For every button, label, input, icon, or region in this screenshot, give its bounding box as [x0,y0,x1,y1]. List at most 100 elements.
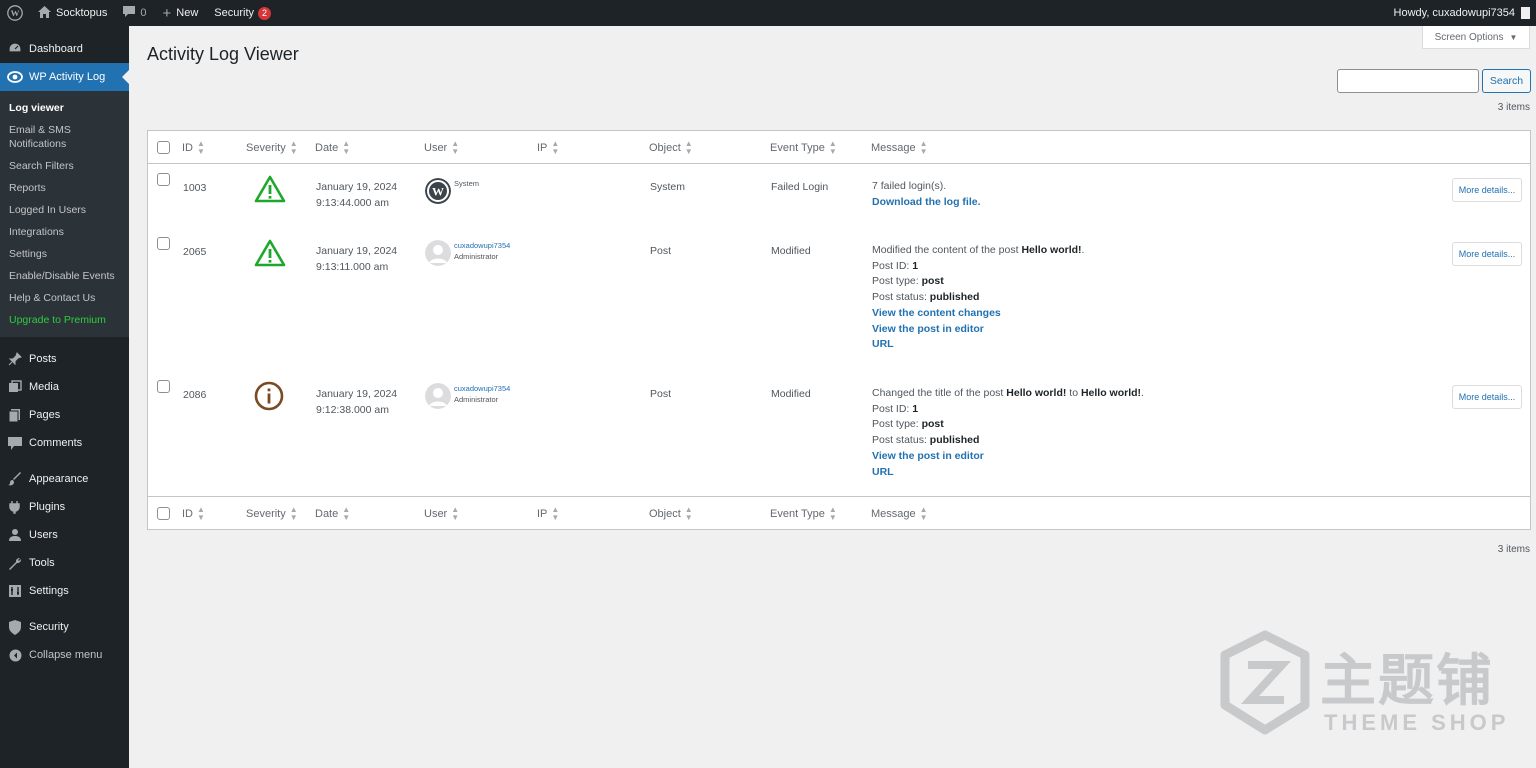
security-badge: 2 [258,6,272,20]
submenu-logged-in-users[interactable]: Logged In Users [0,199,129,221]
sort-icon: ▲ ▼ [451,505,460,522]
column-header-id[interactable]: ID ▲ ▼ [182,140,205,156]
submenu-search-filters[interactable]: Search Filters [0,155,129,177]
search-button[interactable]: Search [1482,69,1531,93]
menu-wp-activity-log[interactable]: WP Activity Log [0,63,129,91]
user-name-link[interactable]: cuxadowupi7354 [454,240,510,251]
column-label: Date [315,508,339,520]
search-input[interactable] [1337,69,1479,93]
submenu-upgrade-premium[interactable]: Upgrade to Premium [0,309,129,331]
message-line: Post status: published [872,433,1144,449]
column-header-date[interactable]: Date ▲ ▼ [315,140,350,156]
view-content-changes-link[interactable]: View the content changes [872,306,1084,322]
select-all-checkbox[interactable] [157,141,170,154]
new-label: New [176,7,199,19]
message-label: Post type: [872,275,922,288]
column-label: ID [182,142,193,154]
new-content-link[interactable]: + New [155,0,207,26]
message-text: . [1141,387,1144,399]
download-log-link[interactable]: Download the log file. [872,195,981,211]
site-name-link[interactable]: Socktopus [30,0,115,26]
select-all-checkbox[interactable] [157,507,170,520]
menu-label: Media [29,381,59,393]
url-link[interactable]: URL [872,337,1084,353]
menu-plugins[interactable]: Plugins [0,493,129,521]
more-details-button[interactable]: More details... [1452,385,1522,409]
message-label: Post status: [872,434,930,447]
media-icon [7,379,23,395]
event-id: 2086 [183,389,207,401]
column-label: Object [649,508,681,520]
event-object: System [650,181,686,193]
paintbrush-icon [7,471,23,487]
event-date-day: January 19, 2024 [316,181,398,193]
comments-link[interactable]: 0 [115,0,154,26]
wordpress-logo-icon[interactable]: W [0,0,30,26]
submenu-settings[interactable]: Settings [0,243,129,265]
view-post-in-editor-link[interactable]: View the post in editor [872,322,1084,338]
user-icon [7,527,23,543]
column-header-event-type[interactable]: Event Type ▲ ▼ [770,506,837,522]
security-link[interactable]: Security 2 [206,0,279,26]
url-link[interactable]: URL [872,465,1144,481]
column-header-object[interactable]: Object ▲ ▼ [649,506,693,522]
column-header-ip[interactable]: IP ▲ ▼ [537,506,559,522]
menu-comments[interactable]: Comments [0,429,129,457]
sort-icon: ▲ ▼ [919,139,928,156]
menu-users[interactable]: Users [0,521,129,549]
column-header-severity[interactable]: Severity ▲ ▼ [246,506,298,522]
column-header-user[interactable]: User ▲ ▼ [424,506,459,522]
eye-icon [7,69,23,85]
screen-options-label: Screen Options [1434,31,1504,43]
comment-icon [7,435,23,451]
info-icon [254,381,286,411]
column-header-ip[interactable]: IP ▲ ▼ [537,140,559,156]
more-details-button[interactable]: More details... [1452,178,1522,202]
column-header-message[interactable]: Message ▲ ▼ [871,506,928,522]
submenu-log-viewer[interactable]: Log viewer [0,97,129,119]
column-header-object[interactable]: Object ▲ ▼ [649,140,693,156]
column-header-id[interactable]: ID ▲ ▼ [182,506,205,522]
submenu-enable-disable-events[interactable]: Enable/Disable Events [0,265,129,287]
menu-settings[interactable]: Settings [0,577,129,605]
watermark-cn: 主题铺 [1320,649,1494,714]
submenu-help-contact[interactable]: Help & Contact Us [0,287,129,309]
event-id: 2065 [183,246,207,258]
items-count-bottom: 3 items [1497,544,1530,555]
new-post-title: Hello world! [1080,387,1142,399]
view-post-in-editor-link[interactable]: View the post in editor [872,449,1144,465]
column-header-severity[interactable]: Severity ▲ ▼ [246,140,298,156]
column-label: ID [182,508,193,520]
column-header-event-type[interactable]: Event Type ▲ ▼ [770,140,837,156]
submenu-integrations[interactable]: Integrations [0,221,129,243]
submenu-reports[interactable]: Reports [0,177,129,199]
menu-tools[interactable]: Tools [0,549,129,577]
column-header-date[interactable]: Date ▲ ▼ [315,506,350,522]
event-message: Changed the title of the post Hello worl… [872,386,1144,480]
column-label: Message [871,508,916,520]
more-details-button[interactable]: More details... [1452,242,1522,266]
screen-options-button[interactable]: Screen Options ▼ [1422,26,1530,49]
column-header-user[interactable]: User ▲ ▼ [424,140,459,156]
menu-posts[interactable]: Posts [0,345,129,373]
column-header-message[interactable]: Message ▲ ▼ [871,140,928,156]
menu-media[interactable]: Media [0,373,129,401]
menu-appearance[interactable]: Appearance [0,465,129,493]
my-account-link[interactable]: Howdy, cuxadowupi7354 [1386,0,1536,26]
sort-icon: ▲ ▼ [551,139,560,156]
user-name-link[interactable]: cuxadowupi7354 [454,383,510,394]
menu-pages[interactable]: Pages [0,401,129,429]
user-info: System [454,178,479,189]
admin-sidebar: Dashboard WP Activity Log Log viewer Ema… [0,26,129,768]
row-checkbox[interactable] [157,173,170,186]
collapse-menu-button[interactable]: Collapse menu [0,641,129,669]
comments-count: 0 [140,7,147,19]
menu-label: Dashboard [29,43,83,55]
submenu-email-sms-notifications[interactable]: Email & SMS Notifications [0,119,80,155]
event-date-day: January 19, 2024 [316,245,398,257]
menu-dashboard[interactable]: Dashboard [0,35,129,63]
page-title: Activity Log Viewer [147,44,299,64]
row-checkbox[interactable] [157,237,170,250]
menu-security[interactable]: Security [0,613,129,641]
row-checkbox[interactable] [157,380,170,393]
